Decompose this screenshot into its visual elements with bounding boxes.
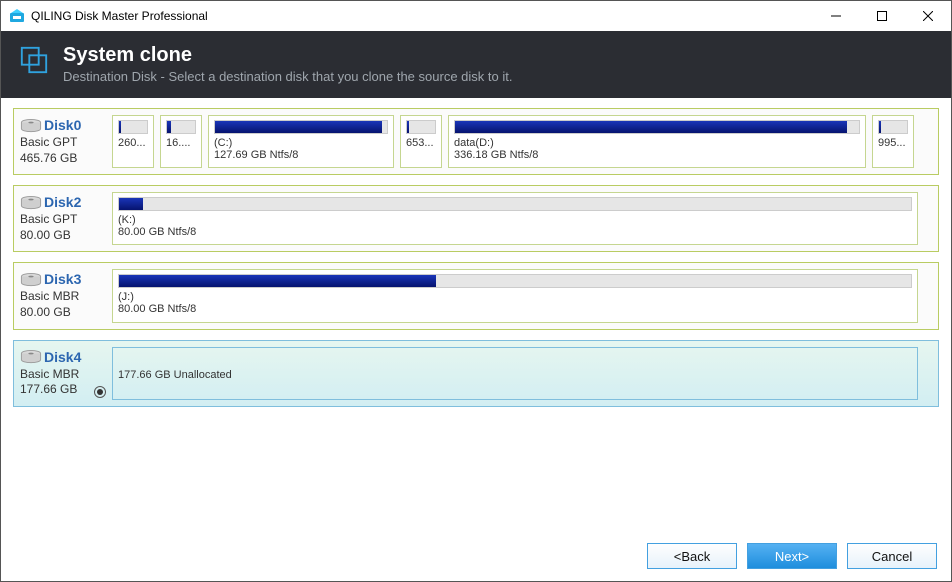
- partition-list: 260... 16.... (C:)127.69 GB Ntfs/8 653... da…: [112, 115, 932, 168]
- partition[interactable]: (J:)80.00 GB Ntfs/8: [112, 269, 918, 322]
- footer: <Back Next> Cancel: [1, 535, 951, 581]
- window-title: QILING Disk Master Professional: [31, 9, 208, 23]
- partition-usage-bar: [118, 197, 912, 211]
- partition-size: 80.00 GB Ntfs/8: [118, 226, 912, 238]
- partition[interactable]: 16....: [160, 115, 202, 168]
- titlebar: QILING Disk Master Professional: [1, 1, 951, 31]
- partition-list: 177.66 GB Unallocated: [112, 347, 932, 400]
- clone-icon: [19, 45, 49, 75]
- disk-name: Disk0: [44, 117, 81, 133]
- partition-label: data(D:): [454, 137, 860, 149]
- disk-size: 80.00 GB: [20, 228, 104, 244]
- partition[interactable]: 177.66 GB Unallocated: [112, 347, 918, 400]
- partition-usage-bar: [406, 120, 436, 134]
- page-title: System clone: [63, 43, 512, 67]
- disk-row[interactable]: Disk3 Basic MBR80.00 GB (J:)80.00 GB Ntfs/…: [13, 262, 939, 329]
- partition[interactable]: 260...: [112, 115, 154, 168]
- partition-size: 16....: [166, 137, 196, 149]
- maximize-button[interactable]: [859, 1, 905, 31]
- close-button[interactable]: [905, 1, 951, 31]
- partition-label: (C:): [214, 137, 388, 149]
- partition-size: 80.00 GB Ntfs/8: [118, 303, 912, 315]
- partition[interactable]: data(D:)336.18 GB Ntfs/8: [448, 115, 866, 168]
- page-header: System clone Destination Disk - Select a…: [1, 31, 951, 98]
- partition-label: (K:): [118, 214, 912, 226]
- disk-info: Disk3 Basic MBR80.00 GB: [16, 269, 106, 322]
- partition-usage-bar: [118, 120, 148, 134]
- partition-list: (J:)80.00 GB Ntfs/8: [112, 269, 932, 322]
- partition-usage-bar: [118, 274, 912, 288]
- partition-size: 995...: [878, 137, 908, 149]
- page-subtitle: Destination Disk - Select a destination …: [63, 69, 512, 84]
- disk-type: Basic GPT: [20, 212, 104, 228]
- disk-name: Disk4: [44, 349, 81, 365]
- disk-type: Basic GPT: [20, 135, 104, 151]
- partition-list: (K:)80.00 GB Ntfs/8: [112, 192, 932, 245]
- disk-row[interactable]: Disk0 Basic GPT465.76 GB 260... 16.... (C:)1…: [13, 108, 939, 175]
- app-logo-icon: [9, 8, 25, 24]
- partition[interactable]: (K:)80.00 GB Ntfs/8: [112, 192, 918, 245]
- cancel-button[interactable]: Cancel: [847, 543, 937, 569]
- partition[interactable]: 995...: [872, 115, 914, 168]
- disk-size: 80.00 GB: [20, 305, 104, 321]
- partition-size: 260...: [118, 137, 148, 149]
- disk-type: Basic MBR: [20, 367, 104, 383]
- partition-size: 336.18 GB Ntfs/8: [454, 149, 860, 161]
- disk-size: 177.66 GB: [20, 382, 104, 398]
- disk-row[interactable]: Disk2 Basic GPT80.00 GB (K:)80.00 GB Ntfs/…: [13, 185, 939, 252]
- disk-name: Disk3: [44, 271, 81, 287]
- disk-name: Disk2: [44, 194, 81, 210]
- partition-usage-bar: [878, 120, 908, 134]
- partition-usage-bar: [214, 120, 388, 134]
- partition-size: 653...: [406, 137, 436, 149]
- disk-type: Basic MBR: [20, 289, 104, 305]
- disk-row[interactable]: Disk4 Basic MBR177.66 GB 177.66 GB Unalloc…: [13, 340, 939, 407]
- disk-info: Disk2 Basic GPT80.00 GB: [16, 192, 106, 245]
- next-button[interactable]: Next>: [747, 543, 837, 569]
- disk-size: 465.76 GB: [20, 151, 104, 167]
- disk-list: Disk0Basic GPT465.76 GB260...16....(C:)1…: [1, 98, 951, 535]
- disk-radio[interactable]: [94, 386, 106, 398]
- partition-size: 127.69 GB Ntfs/8: [214, 149, 388, 161]
- partition-label: (J:): [118, 291, 912, 303]
- back-button[interactable]: <Back: [647, 543, 737, 569]
- disk-info: Disk0 Basic GPT465.76 GB: [16, 115, 106, 168]
- partition[interactable]: (C:)127.69 GB Ntfs/8: [208, 115, 394, 168]
- partition[interactable]: 653...: [400, 115, 442, 168]
- partition-size: 177.66 GB Unallocated: [118, 369, 912, 381]
- partition-usage-bar: [166, 120, 196, 134]
- minimize-button[interactable]: [813, 1, 859, 31]
- partition-usage-bar: [454, 120, 860, 134]
- disk-info: Disk4 Basic MBR177.66 GB: [16, 347, 106, 400]
